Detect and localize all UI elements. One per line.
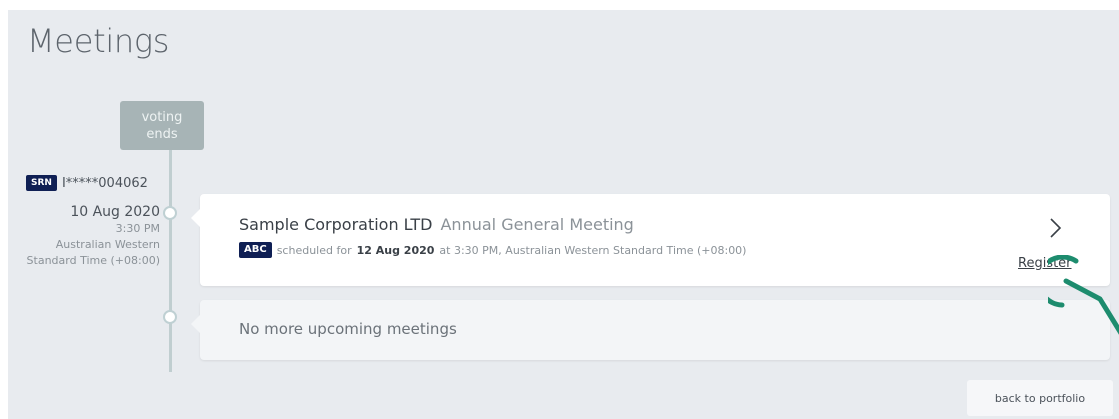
srn-badge: SRN [26, 175, 57, 191]
voting-ends-marker: voting ends [120, 101, 204, 150]
meeting-card[interactable]: Sample Corporation LTD Annual General Mee… [191, 194, 1110, 286]
schedule-prefix: scheduled for [276, 243, 352, 257]
srn-row: SRN I*****004062 [26, 175, 148, 191]
srn-value: I*****004062 [61, 175, 148, 191]
voting-ends-line2: ends [146, 126, 178, 142]
back-to-portfolio-button[interactable]: back to portfolio [967, 380, 1113, 416]
voting-ends-line1: voting [141, 109, 183, 125]
event-date: 10 Aug 2020 3:30 PM Australian Western S… [8, 203, 160, 269]
timeline-dot-end [163, 310, 177, 324]
schedule-suffix: at 3:30 PM, Australian Western Standard … [439, 243, 747, 257]
meetings-page: Meetings voting ends SRN I*****004062 10… [8, 10, 1119, 419]
timeline-line [169, 150, 172, 372]
schedule-date: 12 Aug 2020 [356, 243, 435, 257]
empty-state-card: No more upcoming meetings [191, 300, 1110, 360]
empty-state-text: No more upcoming meetings [239, 320, 457, 338]
issuer-badge: ABC [239, 242, 272, 258]
meeting-schedule: ABC scheduled for 12 Aug 2020 at 3:30 PM… [239, 242, 746, 258]
meeting-title: Sample Corporation LTD Annual General Mee… [239, 215, 634, 234]
meeting-type: Annual General Meeting [440, 215, 634, 234]
timeline-dot-meeting [163, 206, 177, 220]
event-time: 3:30 PM [115, 222, 160, 235]
meeting-company: Sample Corporation LTD [239, 215, 433, 234]
event-date-main: 10 Aug 2020 [70, 204, 160, 220]
register-link[interactable]: Register [1018, 256, 1072, 271]
page-title: Meetings [27, 22, 170, 60]
event-timezone-line2: Standard Time (+08:00) [26, 254, 160, 267]
event-timezone-line1: Australian Western [55, 238, 160, 251]
chevron-right-icon[interactable] [1045, 216, 1065, 240]
